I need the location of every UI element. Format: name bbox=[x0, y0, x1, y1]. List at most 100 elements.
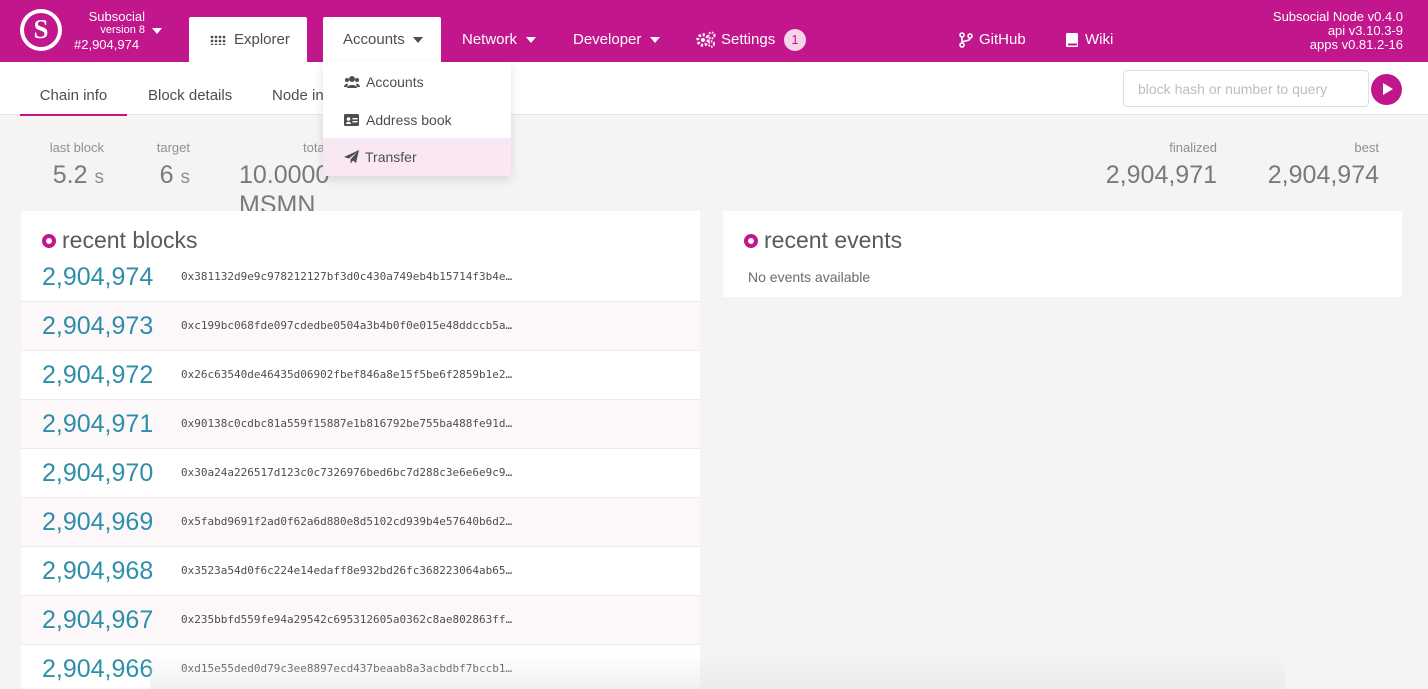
menu-item-transfer-label: Transfer bbox=[365, 149, 417, 165]
tab-explorer-label: Explorer bbox=[234, 31, 290, 48]
stat-last-block: last block 5.2 s bbox=[32, 140, 104, 193]
users-icon bbox=[344, 76, 360, 88]
block-number-link[interactable]: 2,904,967 bbox=[42, 603, 153, 637]
block-row: 2,904,967 0x235bbfd559fe94a29542c69531260… bbox=[21, 596, 700, 645]
recent-blocks-panel: recent blocks 2,904,974 0x381132d9e9c9782… bbox=[21, 211, 700, 689]
recent-events-title: recent events bbox=[744, 227, 902, 253]
stat-unit: s bbox=[94, 167, 105, 188]
wiki-link[interactable]: Wiki bbox=[1066, 17, 1113, 62]
wiki-label: Wiki bbox=[1085, 31, 1114, 48]
recent-events-title-text: recent events bbox=[764, 227, 903, 253]
block-query-input[interactable] bbox=[1123, 70, 1369, 107]
no-events-message: No events available bbox=[748, 269, 871, 285]
recent-events-panel: recent events No events available bbox=[723, 211, 1402, 297]
block-row: 2,904,973 0xc199bc068fde097cdedbe0504a3b4… bbox=[21, 302, 700, 351]
stat-value: 2,904,971 bbox=[1105, 161, 1217, 189]
paper-plane-icon bbox=[344, 150, 359, 164]
menu-item-transfer[interactable]: Transfer bbox=[323, 138, 511, 176]
chain-caret-icon bbox=[152, 28, 162, 34]
block-hash: 0x26c63540de46435d06902fbef846a8e15f5be6… bbox=[181, 368, 513, 381]
menu-item-accounts[interactable]: Accounts bbox=[323, 63, 511, 101]
github-link[interactable]: GitHub bbox=[959, 17, 1026, 62]
block-hash: 0x90138c0cdbc81a559f15887e1b816792be755b… bbox=[181, 417, 513, 430]
block-row: 2,904,966 0xd15e55ded0d79c3ee8897ecd437be… bbox=[21, 645, 700, 689]
block-number-link[interactable]: 2,904,970 bbox=[42, 456, 153, 490]
block-hash: 0x381132d9e9c978212127bf3d0c430a749eb4b1… bbox=[181, 270, 513, 283]
block-number-link[interactable]: 2,904,973 bbox=[42, 309, 153, 343]
block-hash: 0xd15e55ded0d79c3ee8897ecd437beaab8a3acb… bbox=[181, 662, 513, 675]
block-number-link[interactable]: 2,904,974 bbox=[42, 260, 153, 294]
gear-icon bbox=[696, 31, 716, 48]
code-branch-icon bbox=[959, 32, 973, 48]
block-row: 2,904,971 0x90138c0cdbc81a559f15887e1b816… bbox=[21, 400, 700, 449]
subsocial-logo[interactable]: S bbox=[20, 9, 62, 51]
api-version: api v3.10.3-9 bbox=[1327, 23, 1403, 38]
stat-best: best 2,904,974 bbox=[1240, 140, 1379, 190]
query-submit-button[interactable] bbox=[1371, 74, 1402, 105]
chevron-down-icon bbox=[650, 37, 660, 43]
subtab-block-details[interactable]: Block details bbox=[148, 62, 232, 115]
block-number-link[interactable]: 2,904,969 bbox=[42, 505, 153, 539]
menu-item-address-book[interactable]: Address book bbox=[323, 101, 511, 139]
recent-blocks-list: 2,904,974 0x381132d9e9c978212127bf3d0c430… bbox=[21, 253, 700, 689]
chain-name: Subsocial bbox=[88, 9, 145, 24]
block-number-link[interactable]: 2,904,972 bbox=[42, 358, 153, 392]
stat-unit: s bbox=[180, 167, 191, 188]
stat-number: 5.2 bbox=[52, 161, 88, 189]
tab-developer-label: Developer bbox=[573, 31, 642, 48]
top-bar: S Subsocial version 8 #2,904,974 Explore… bbox=[0, 0, 1428, 62]
block-row: 2,904,970 0x30a24a226517d123c0c7326976bed… bbox=[21, 449, 700, 498]
recent-blocks-title-text: recent blocks bbox=[62, 227, 198, 253]
chain-selector[interactable]: Subsocial version 8 #2,904,974 bbox=[70, 10, 168, 52]
explorer-subnav: Chain info Block details Node inf bbox=[0, 62, 1428, 116]
block-hash: 0x5fabd9691f2ad0f62a6d880e8d5102cd939b4e… bbox=[181, 515, 513, 528]
block-hash: 0x235bbfd559fe94a29542c695312605a0362c8a… bbox=[181, 613, 513, 626]
stat-target: target 6 s bbox=[130, 140, 190, 193]
chevron-down-icon bbox=[413, 37, 423, 43]
block-row: 2,904,968 0x3523a54d0f6c224e14edaff8e932b… bbox=[21, 547, 700, 596]
chevron-down-icon bbox=[526, 37, 536, 43]
grid-icon bbox=[210, 35, 226, 45]
subtab-node-info[interactable]: Node inf bbox=[272, 62, 328, 115]
stat-label: last block bbox=[49, 140, 104, 155]
tab-settings-label: Settings bbox=[721, 31, 776, 48]
stat-label: finalized bbox=[1169, 140, 1217, 155]
dot-circle-icon bbox=[42, 234, 56, 248]
stat-value: 6 s bbox=[130, 160, 190, 193]
block-hash: 0x30a24a226517d123c0c7326976bed6bc7d288c… bbox=[181, 466, 513, 479]
node-name: Subsocial Node v0.4.0 bbox=[1272, 9, 1403, 24]
recent-blocks-title: recent blocks bbox=[42, 227, 198, 253]
dot-circle-icon bbox=[744, 234, 758, 248]
chain-best-block: #2,904,974 bbox=[74, 37, 140, 52]
tab-settings[interactable]: Settings 1 bbox=[696, 17, 811, 62]
menu-item-address-book-label: Address book bbox=[366, 112, 452, 128]
menu-item-accounts-label: Accounts bbox=[366, 74, 424, 90]
book-icon bbox=[1066, 33, 1078, 47]
accounts-dropdown-menu: Accounts Address book Transfer bbox=[323, 62, 511, 176]
tab-accounts-label: Accounts bbox=[343, 31, 405, 48]
stat-label: target bbox=[156, 140, 190, 155]
play-icon bbox=[1383, 83, 1393, 95]
block-row: 2,904,969 0x5fabd9691f2ad0f62a6d880e8d510… bbox=[21, 498, 700, 547]
tab-network-label: Network bbox=[462, 31, 518, 48]
block-number-link[interactable]: 2,904,971 bbox=[42, 407, 153, 441]
github-label: GitHub bbox=[979, 31, 1026, 48]
block-number-link[interactable]: 2,904,968 bbox=[42, 554, 153, 588]
apps-version: apps v0.81.2-16 bbox=[1309, 37, 1403, 52]
tab-network[interactable]: Network bbox=[462, 17, 552, 62]
node-version-info: Subsocial Node v0.4.0 api v3.10.3-9 apps… bbox=[1273, 10, 1403, 52]
tab-explorer[interactable]: Explorer bbox=[189, 17, 307, 62]
tab-accounts[interactable]: Accounts bbox=[323, 17, 441, 62]
tab-developer[interactable]: Developer bbox=[573, 17, 673, 62]
block-row: 2,904,972 0x26c63540de46435d06902fbef846a… bbox=[21, 351, 700, 400]
address-card-icon bbox=[344, 114, 359, 126]
block-hash: 0xc199bc068fde097cdedbe0504a3b4b0f0e015e… bbox=[181, 319, 513, 332]
block-row: 2,904,974 0x381132d9e9c978212127bf3d0c430… bbox=[21, 253, 700, 302]
block-number-link[interactable]: 2,904,966 bbox=[42, 652, 153, 686]
settings-badge: 1 bbox=[784, 29, 806, 51]
stat-value: 5.2 s bbox=[32, 160, 104, 193]
stat-label: best bbox=[1354, 140, 1379, 155]
subtab-chain-info[interactable]: Chain info bbox=[20, 62, 127, 116]
block-hash: 0x3523a54d0f6c224e14edaff8e932bd26fc3682… bbox=[181, 564, 513, 577]
stat-number: 6 bbox=[159, 161, 174, 189]
